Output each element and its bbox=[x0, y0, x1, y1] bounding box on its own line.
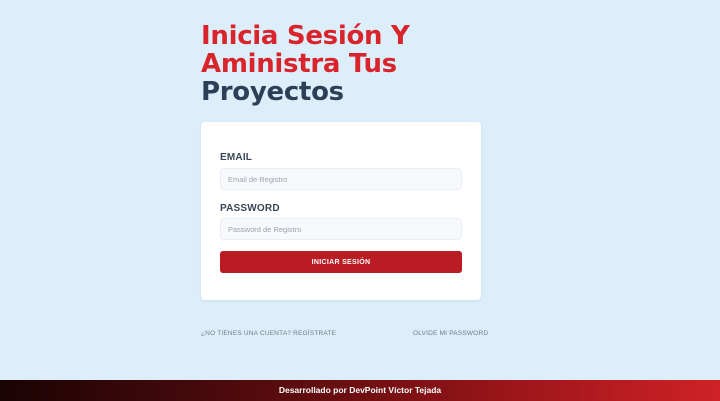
login-form: EMAIL PASSWORD INICIAR SESIÓN bbox=[201, 122, 481, 300]
footer-text: Desarrollado por DevPoint Víctor Tejada bbox=[278, 385, 442, 395]
password-input[interactable] bbox=[220, 218, 462, 240]
register-link[interactable]: ¿No tienes una cuenta? Regístrate bbox=[201, 330, 336, 337]
email-label: EMAIL bbox=[220, 152, 253, 163]
page-title: Inicia Sesión Y Aministra Tus Proyectos bbox=[201, 22, 521, 106]
password-label: PASSWORD bbox=[220, 203, 280, 214]
forgot-password-link[interactable]: Olvide Mi Password bbox=[413, 330, 488, 337]
title-line-1: Inicia Sesión Y bbox=[201, 21, 410, 51]
title-line-2: Aministra Tus bbox=[201, 49, 397, 79]
email-input[interactable] bbox=[220, 168, 462, 190]
login-page: Inicia Sesión Y Aministra Tus Proyectos … bbox=[0, 0, 720, 401]
title-line-3: Proyectos bbox=[201, 77, 344, 107]
login-button[interactable]: INICIAR SESIÓN bbox=[220, 251, 462, 273]
footer: Desarrollado por DevPoint Víctor Tejada bbox=[0, 380, 720, 401]
